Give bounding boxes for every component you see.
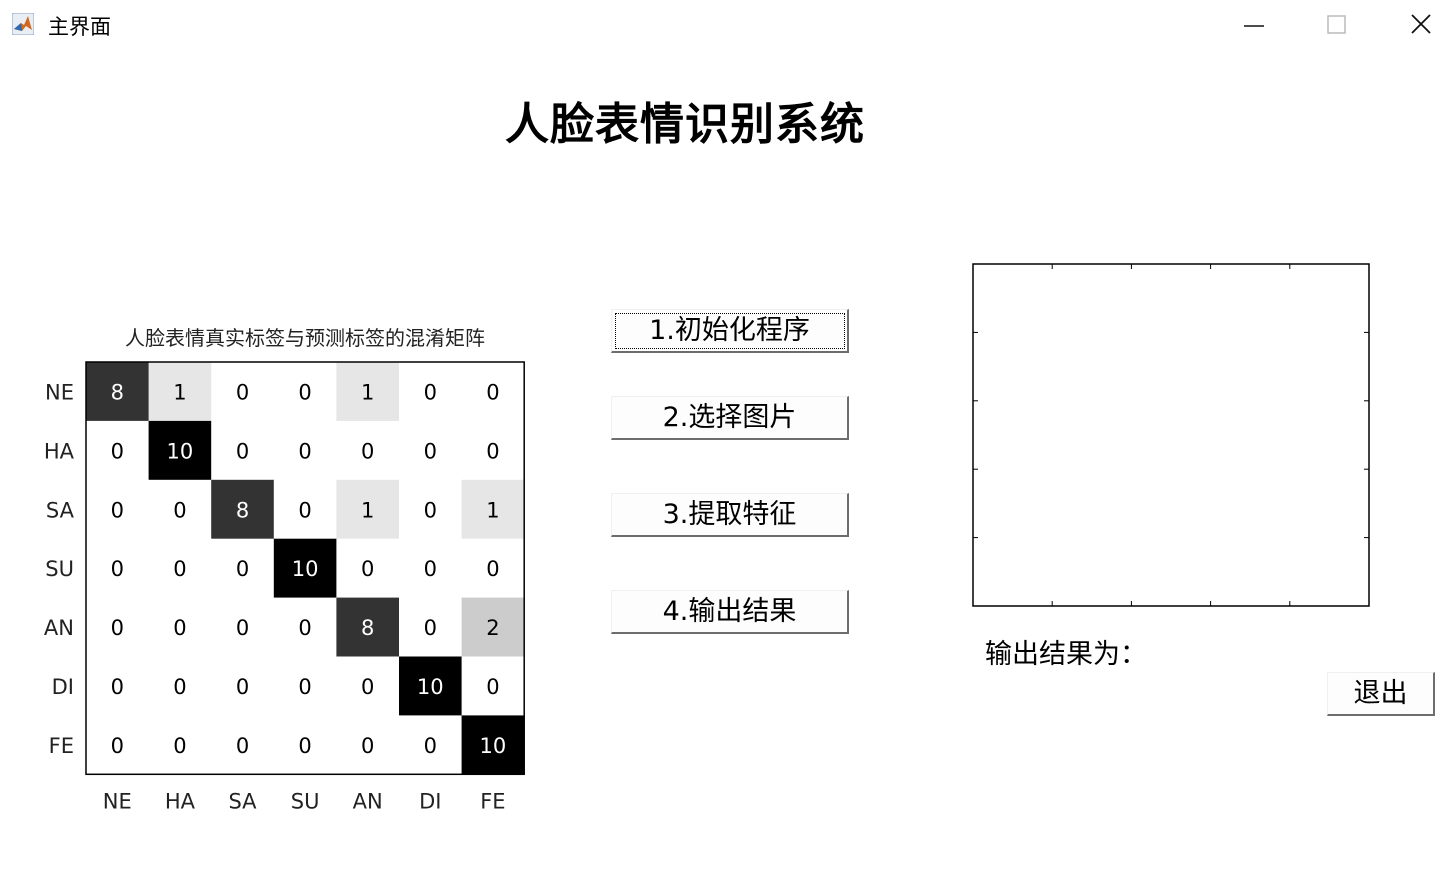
- result-label: 输出结果为：: [985, 639, 1147, 670]
- image-axes-frame: [972, 263, 1370, 607]
- exit-button[interactable]: 退出: [1327, 672, 1435, 716]
- image-axes: [972, 263, 1370, 607]
